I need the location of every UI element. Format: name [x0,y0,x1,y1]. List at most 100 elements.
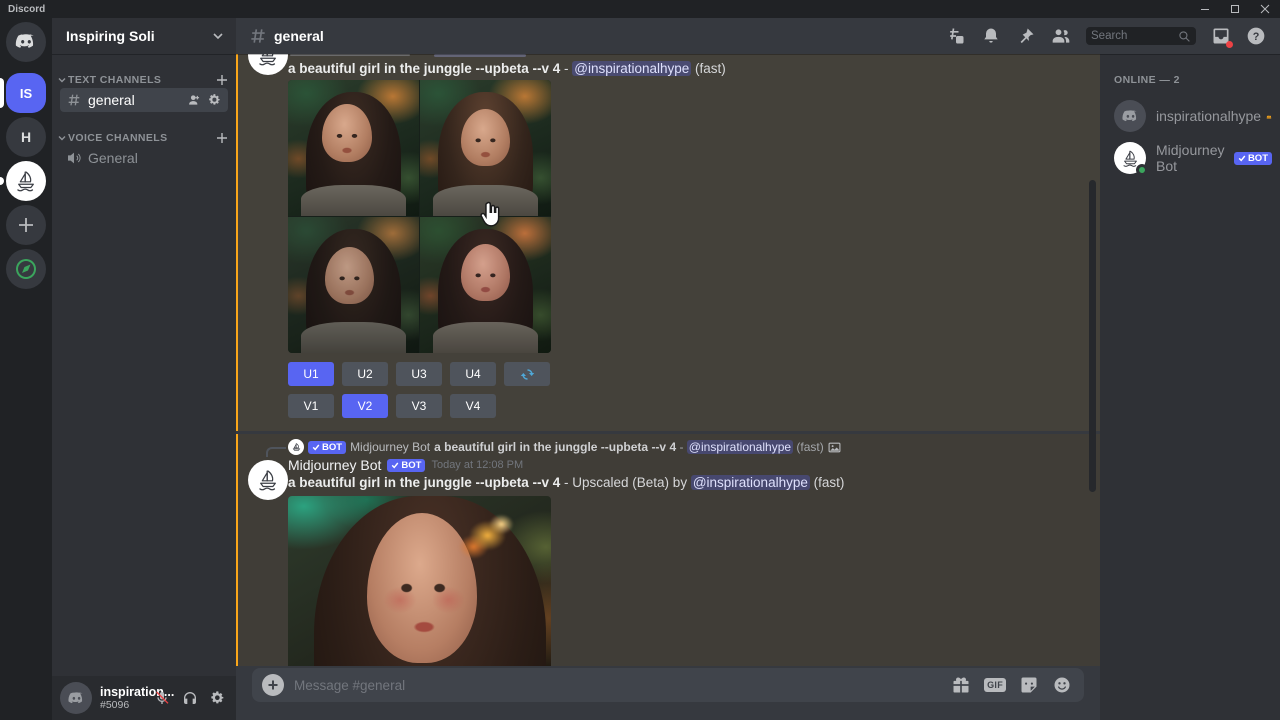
server-icon-inspiring-soli[interactable]: IS [6,73,46,113]
discord-logo-icon [67,689,86,708]
discord-logo-icon [14,30,38,54]
upscale-button-u1[interactable]: U1 [288,362,334,386]
prompt-text: a beautiful girl in the junggle --upbeta… [288,475,560,490]
composer-area: GIF [236,668,1100,720]
maximize-icon[interactable] [1220,0,1250,18]
member-avatar [1114,142,1146,174]
window-titlebar: Discord [0,0,1280,18]
variation-button-v2[interactable]: V2 [342,394,388,418]
current-username[interactable]: inspiration... [100,686,146,699]
reroll-button[interactable] [504,362,550,386]
mute-microphone-button[interactable] [150,686,174,710]
reroll-arrows-icon [520,367,535,382]
search-box[interactable] [1086,27,1196,45]
sailboat-icon [255,54,281,68]
member-name: Midjourney Bot [1156,142,1229,174]
explore-servers-button[interactable] [6,249,46,289]
upscale-button-u4[interactable]: U4 [450,362,496,386]
sticker-picker-icon[interactable] [1019,675,1039,695]
message-content: a beautiful girl in the junggle --upbeta… [288,475,844,490]
text-channels-label: TEXT CHANNELS [68,74,161,86]
member-inspirationalhype[interactable]: inspirationalhype [1114,96,1272,136]
variation-button-v4[interactable]: V4 [450,394,496,418]
server-owner-crown-icon [1266,110,1272,123]
notifications-bell-icon[interactable] [981,26,1001,46]
variation-button-v3[interactable]: V3 [396,394,442,418]
message-input[interactable] [294,678,951,693]
member-midjourney-bot[interactable]: Midjourney Bot BOT [1114,138,1272,178]
emoji-picker-icon[interactable] [1052,675,1072,695]
section-chevron-icon [58,76,66,84]
user-mention[interactable]: @inspirationalhype [691,475,810,490]
invite-people-icon[interactable] [188,93,202,107]
member-list-icon[interactable] [1051,26,1071,46]
check-icon [391,461,399,469]
gift-icon[interactable] [951,675,971,695]
sailboat-icon [291,442,302,453]
midjourney-bot-avatar[interactable] [248,54,288,75]
upscaled-image[interactable] [288,496,551,666]
clipped-header-fragment [290,54,410,56]
member-avatar [1114,100,1146,132]
server-initials: IS [20,86,32,101]
minimize-icon[interactable] [1190,0,1220,18]
channel-header: general ? [236,18,1280,54]
server-icon-h[interactable]: H [6,117,46,157]
voice-channel-general[interactable]: General [60,146,228,170]
create-channel-icon[interactable] [216,132,228,144]
message-midjourney-upscaled: BOT Midjourney Bot a beautiful girl in t… [236,434,1100,666]
svg-text:?: ? [1253,31,1260,43]
user-settings-button[interactable] [206,686,230,710]
reply-prompt: a beautiful girl in the junggle --upbeta… [434,440,676,454]
message-composer[interactable]: GIF [252,668,1084,702]
voice-channels-label: VOICE CHANNELS [68,132,168,144]
message-author[interactable]: Midjourney Bot [288,457,381,473]
create-channel-icon[interactable] [216,74,228,86]
member-list: ONLINE — 2 inspirationalhype Midjourney … [1100,54,1280,720]
search-input[interactable] [1091,30,1178,42]
deafen-button[interactable] [178,686,202,710]
inbox-icon[interactable] [1211,26,1231,46]
server-name: Inspiring Soli [66,28,155,44]
sailboat-icon [13,168,39,194]
upscale-button-u2[interactable]: U2 [342,362,388,386]
midjourney-bot-avatar[interactable] [248,460,288,500]
user-avatar[interactable] [60,682,92,714]
search-icon [1178,30,1191,43]
channel-settings-gear-icon[interactable] [208,93,222,107]
home-button[interactable] [6,22,46,62]
user-mention[interactable]: @inspirationalhype [687,440,793,454]
generated-portrait-4 [420,217,551,353]
midjourney-grid-image[interactable] [288,80,551,353]
generated-portrait-1 [288,80,419,216]
check-icon [1238,154,1246,162]
inbox-notification-dot [1226,41,1233,48]
selected-server-pill [0,78,4,108]
threads-icon[interactable] [946,26,966,46]
channel-name: General [88,150,138,166]
close-icon[interactable] [1250,0,1280,18]
add-server-button[interactable] [6,205,46,245]
bot-badge: BOT [1234,152,1272,165]
help-icon[interactable]: ? [1246,26,1266,46]
channel-item-general[interactable]: general [60,88,228,112]
chat-scrollbar[interactable] [1089,180,1096,492]
online-status-dot [1136,164,1148,176]
hashtag-icon [66,92,82,108]
message-list: a beautiful girl in the junggle --upbeta… [236,54,1100,720]
text-channels-section[interactable]: TEXT CHANNELS [58,74,228,86]
reply-context[interactable]: BOT Midjourney Bot a beautiful girl in t… [288,439,841,455]
server-header[interactable]: Inspiring Soli [52,18,236,54]
pinned-messages-icon[interactable] [1016,26,1036,46]
channel-sidebar: Inspiring Soli TEXT CHANNELS general VOI… [52,18,236,720]
voice-channels-section[interactable]: VOICE CHANNELS [58,132,228,144]
gif-picker-icon[interactable]: GIF [984,678,1006,692]
unread-server-pill [0,177,4,185]
user-mention[interactable]: @inspirationalhype [572,61,691,76]
upscale-button-u3[interactable]: U3 [396,362,442,386]
server-icon-midjourney[interactable] [6,161,46,201]
variation-button-v1[interactable]: V1 [288,394,334,418]
reply-author[interactable]: Midjourney Bot [350,440,430,454]
attach-plus-icon[interactable] [262,674,284,696]
sailboat-icon [255,467,281,493]
